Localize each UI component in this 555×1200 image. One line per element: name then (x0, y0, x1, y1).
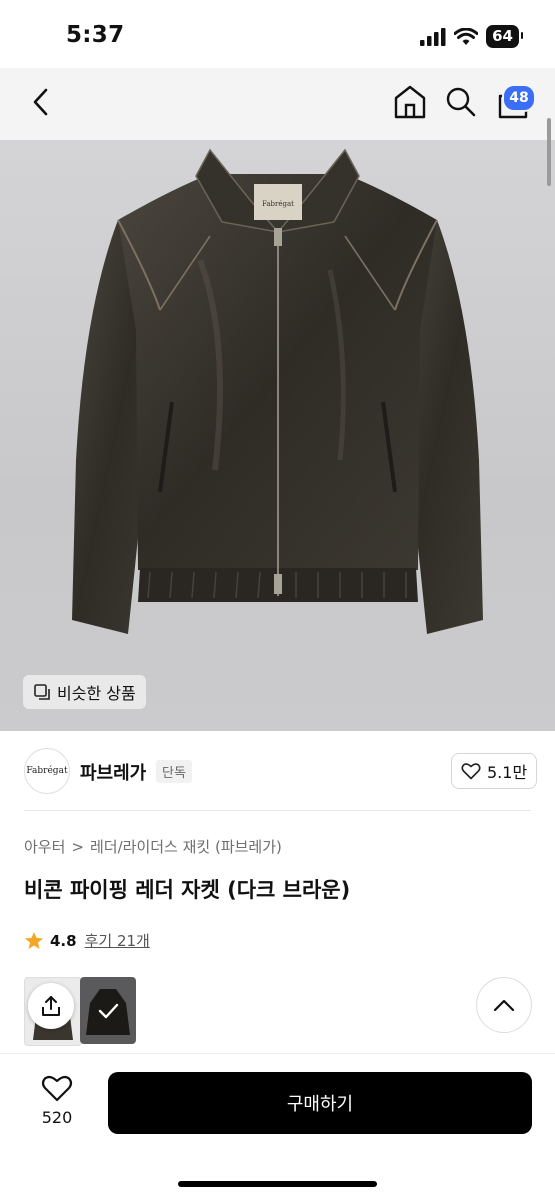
share-button[interactable] (28, 983, 74, 1029)
share-icon (42, 996, 60, 1016)
breadcrumb-separator: > (71, 837, 84, 856)
review-link[interactable]: 후기 21개 (85, 930, 150, 951)
rating-row: 4.8 후기 21개 (24, 930, 150, 951)
exclusive-tag: 단독 (156, 760, 192, 783)
breadcrumb-subcategory[interactable]: 레더/라이더스 재킷 (파브레가) (90, 836, 282, 857)
cart-count-badge: 48 (502, 84, 536, 112)
home-icon[interactable] (393, 84, 427, 120)
back-icon[interactable] (30, 84, 52, 120)
wifi-icon (454, 27, 479, 45)
jacket-image: Fabrégat (72, 148, 483, 634)
product-image[interactable]: Fabrégat (0, 140, 555, 731)
similar-products-label: 비슷한 상품 (57, 684, 136, 703)
similar-products-button[interactable]: 비슷한 상품 (23, 675, 146, 709)
brand-logo[interactable]: Fabrégat (24, 748, 70, 794)
divider (24, 810, 531, 811)
top-nav (0, 68, 555, 140)
jacket-label: Fabrégat (262, 200, 294, 208)
heart-icon (41, 1075, 73, 1102)
heart-icon (461, 763, 481, 780)
battery-indicator: 64 (486, 25, 523, 48)
rating-value: 4.8 (50, 931, 77, 950)
signal-icon (420, 27, 446, 46)
brand-name[interactable]: 파브레가 (80, 759, 146, 785)
scrollbar[interactable] (547, 118, 551, 186)
brand-like-count: 5.1만 (487, 763, 528, 782)
chevron-up-icon (493, 999, 515, 1012)
thumbnail-2-selected[interactable] (80, 977, 136, 1044)
breadcrumb: 아우터 > 레더/라이더스 재킷 (파브레가) (24, 836, 282, 857)
search-icon[interactable] (444, 84, 478, 120)
home-indicator (178, 1181, 377, 1187)
breadcrumb-category[interactable]: 아우터 (24, 836, 65, 857)
scroll-top-button[interactable] (476, 977, 532, 1033)
bottom-bar-divider (0, 1053, 555, 1054)
product-title: 비콘 파이핑 레더 자켓 (다크 브라운) (24, 878, 351, 902)
brand-like-button[interactable]: 5.1만 (451, 753, 538, 789)
thumbnail-jacket-image (86, 989, 130, 1035)
status-time: 5:37 (66, 22, 125, 48)
wishlist-count: 520 (41, 1108, 73, 1127)
wishlist-button[interactable]: 520 (26, 1074, 88, 1127)
star-icon (25, 931, 43, 949)
similar-icon (34, 684, 50, 700)
buy-button[interactable]: 구매하기 (108, 1072, 532, 1134)
brand-logo-text: Fabrégat (26, 766, 68, 776)
status-icons: 64 (420, 25, 523, 48)
